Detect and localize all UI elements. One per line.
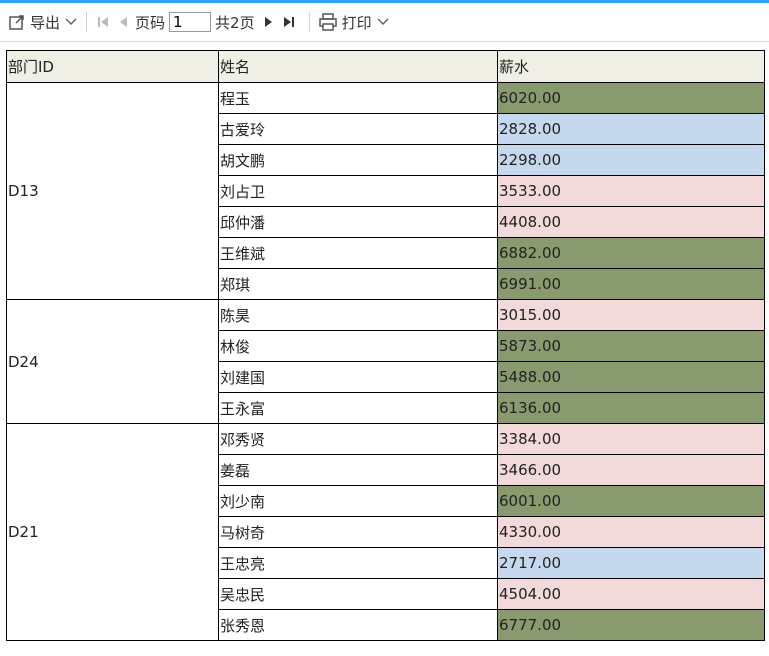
salary-cell: 4408.00 [497, 206, 765, 238]
salary-cell: 2717.00 [497, 547, 765, 579]
name-cell: 王维斌 [218, 237, 498, 269]
salary-cell: 5873.00 [497, 330, 765, 362]
salary-cell: 3384.00 [497, 423, 765, 455]
salary-cell: 2298.00 [497, 144, 765, 176]
name-cell: 刘少南 [218, 485, 498, 517]
name-cell: 程玉 [218, 82, 498, 114]
toolbar-divider [86, 12, 88, 32]
salary-cell: 4330.00 [497, 516, 765, 548]
first-page-icon[interactable] [95, 14, 111, 30]
last-page-icon[interactable] [281, 14, 297, 30]
name-cell: 陈昊 [218, 299, 498, 331]
name-cell: 吴忠民 [218, 578, 498, 610]
page-label: 页码 [135, 13, 166, 32]
header-name: 姓名 [218, 50, 498, 83]
name-cell: 刘建国 [218, 361, 498, 393]
page-number-input[interactable] [169, 12, 212, 32]
table-row: D24 陈昊 3015.00 [6, 299, 765, 424]
chevron-down-icon [376, 15, 390, 29]
salary-cell: 6001.00 [497, 485, 765, 517]
export-button[interactable]: 导出 [8, 12, 78, 33]
dept-id-cell: D21 [6, 423, 219, 641]
salary-cell: 4504.00 [497, 578, 765, 610]
salary-cell: 3015.00 [497, 299, 765, 331]
name-cell: 邱仲潘 [218, 206, 498, 238]
name-cell: 王永富 [218, 392, 498, 424]
toolbar-divider [308, 12, 310, 32]
chevron-down-icon [64, 15, 78, 29]
salary-cell: 2828.00 [497, 113, 765, 145]
name-cell: 郑琪 [218, 268, 498, 300]
header-dept-id: 部门ID [6, 50, 219, 83]
name-cell: 林俊 [218, 330, 498, 362]
salary-cell: 6882.00 [497, 237, 765, 269]
name-cell: 古爱玲 [218, 113, 498, 145]
header-salary: 薪水 [497, 50, 765, 83]
print-button[interactable]: 打印 [318, 12, 390, 33]
table-row: D13 程玉 6020.00 [6, 82, 765, 300]
salary-cell: 6020.00 [497, 82, 765, 114]
salary-cell: 6777.00 [497, 609, 765, 641]
name-cell: 胡文鹏 [218, 144, 498, 176]
name-cell: 马树奇 [218, 516, 498, 548]
printer-icon [318, 12, 338, 32]
prev-page-icon[interactable] [115, 14, 131, 30]
total-pages-label: 共2页 [215, 13, 255, 32]
salary-cell: 6136.00 [497, 392, 765, 424]
table-header-row: 部门ID 姓名 薪水 [6, 50, 765, 83]
dept-id-cell: D24 [6, 299, 219, 424]
dept-id-cell: D13 [6, 82, 219, 300]
name-cell: 姜磊 [218, 454, 498, 486]
salary-table: 部门ID 姓名 薪水 D13 程玉 6020.00 古爱玲 2828.00 胡文鹏 2298… [6, 50, 765, 641]
name-cell: 张秀恩 [218, 609, 498, 641]
salary-cell: 5488.00 [497, 361, 765, 393]
export-label: 导出 [30, 13, 61, 32]
report-toolbar: 导出 页码 共2页 打印 [0, 3, 769, 42]
name-cell: 邓秀贤 [218, 423, 498, 455]
salary-cell: 3466.00 [497, 454, 765, 486]
table-row: D21 邓秀贤 3384.00 [6, 423, 765, 641]
export-icon [8, 13, 26, 31]
salary-cell: 3533.00 [497, 175, 765, 207]
print-label: 打印 [341, 13, 372, 32]
next-page-icon[interactable] [261, 14, 277, 30]
name-cell: 刘占卫 [218, 175, 498, 207]
salary-cell: 6991.00 [497, 268, 765, 300]
report-sheet: 部门ID 姓名 薪水 D13 程玉 6020.00 古爱玲 2828.00 胡文鹏 2298… [6, 50, 765, 641]
name-cell: 王忠亮 [218, 547, 498, 579]
